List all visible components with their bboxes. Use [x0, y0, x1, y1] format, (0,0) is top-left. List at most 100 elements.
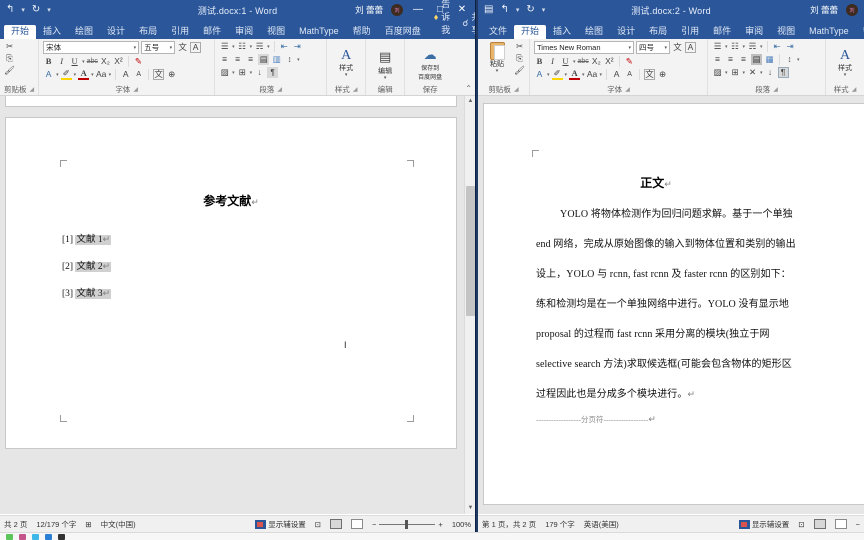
page-left[interactable]: 参考文献↵ [1] 文献 1↵ [2] 文献 2↵ [3] 文献 3↵ I [6, 118, 456, 448]
format-painter-icon[interactable]: 🖌 [4, 65, 15, 76]
line-spacing-icon[interactable]: ↕ [284, 54, 295, 65]
styles-button-right[interactable]: A 样式 ▾ [830, 47, 860, 78]
font-color-dropdown-icon[interactable]: ▾ [91, 72, 94, 78]
borders-dropdown-icon[interactable]: ▾ [743, 70, 746, 76]
shading-icon[interactable]: ▨ [712, 67, 723, 78]
bibliography-list[interactable]: [1] 文献 1↵ [2] 文献 2↵ [3] 文献 3↵ [6, 231, 456, 299]
text-effects-icon[interactable]: A [43, 69, 54, 80]
highlight-dropdown-icon[interactable]: ▾ [74, 72, 77, 78]
tab-help-left[interactable]: 帮助 [346, 25, 378, 39]
collapse-ribbon-icon[interactable]: ⌃ [465, 84, 472, 93]
enclose-character-icon[interactable]: ⊕ [657, 69, 668, 80]
user-name-right[interactable]: 刘 蕾蕾 [810, 4, 838, 16]
view-web-layout-icon-left[interactable] [351, 519, 364, 529]
grow-font-icon[interactable]: A [611, 69, 622, 80]
language-left[interactable]: 中文(中国) [101, 519, 136, 530]
change-case-dropdown-icon[interactable]: ▾ [109, 72, 112, 78]
proofing-icon[interactable]: ⊞ [85, 520, 91, 529]
ribbon-tabs-left[interactable]: 开始 插入 绘图 设计 布局 引用 邮件 审阅 视图 MathType 帮助 百… [0, 0, 475, 39]
justify-icon[interactable]: ▤ [751, 54, 762, 65]
dialog-launcher-icon[interactable]: ◢ [773, 86, 778, 93]
taskbar-icon-app-blue[interactable] [32, 533, 39, 540]
editing-button-left[interactable]: ▤ 编辑 ▾ [370, 44, 400, 81]
superscript-icon[interactable]: X² [604, 56, 615, 67]
word-window-right[interactable]: ▤ ↰ ▾ ↻ ▾ 测试.docx:2 - Word 刘 蕾蕾 刘 文件 开始 … [478, 0, 864, 532]
chevron-down-icon[interactable]: ▾ [628, 45, 631, 51]
zoom-slider-left[interactable]: − + [372, 519, 443, 529]
align-right-icon[interactable]: ≡ [738, 54, 749, 65]
styles-dropdown-icon[interactable]: ▾ [345, 73, 348, 78]
scroll-up-icon[interactable]: ▲ [465, 96, 475, 107]
highlight-icon[interactable]: ✐ [551, 68, 563, 80]
asian-layout-dropdown-icon[interactable]: ▾ [760, 70, 763, 76]
multilevel-list-icon[interactable]: ☴ [254, 41, 265, 52]
tell-me-box-left[interactable]: ♦ 告诉我 [428, 0, 457, 39]
editing-dropdown-icon[interactable]: ▾ [384, 76, 387, 81]
line-spacing-dropdown-icon[interactable]: ▾ [797, 57, 800, 63]
copy-icon[interactable]: ⎘ [514, 53, 525, 64]
font-color-icon[interactable]: A [569, 68, 581, 80]
subscript-icon[interactable]: X₂ [591, 56, 602, 67]
tab-layout-left[interactable]: 布局 [132, 25, 164, 39]
cut-icon[interactable]: ✂ [514, 41, 525, 52]
text-effects-icon[interactable]: A [534, 69, 545, 80]
numbering-dropdown-icon[interactable]: ▾ [743, 44, 746, 50]
font-name-combo-right[interactable]: Times New Roman ▾ [534, 41, 634, 54]
save-to-netdisk-button[interactable]: ☁ 保存到 百度网盘 [409, 42, 451, 83]
underline-dropdown-icon[interactable]: ▾ [573, 59, 576, 65]
taskbar-icon-app-green[interactable] [6, 533, 13, 540]
avatar[interactable]: 刘 [391, 4, 403, 16]
text-effects-dropdown-icon[interactable]: ▾ [56, 72, 59, 78]
tab-references-left[interactable]: 引用 [164, 25, 196, 39]
strikethrough-icon[interactable]: abc [87, 56, 98, 67]
font-size-combo-right[interactable]: 四号 ▾ [636, 41, 670, 54]
underline-icon[interactable]: U [69, 56, 80, 67]
ribbon-right[interactable]: 粘贴 ▾ ✂ ⎘ 🖌 剪贴板 ◢ Times New Roman ▾ 四号 ▾ … [478, 39, 864, 96]
vertical-scrollbar-left[interactable]: ▲ ▼ [464, 96, 475, 514]
dialog-launcher-icon[interactable]: ◢ [277, 86, 282, 93]
enclose-character-icon[interactable]: ⊕ [166, 69, 177, 80]
line-spacing-dropdown-icon[interactable]: ▾ [297, 57, 300, 63]
qat-more-icon[interactable]: ▾ [542, 6, 546, 14]
taskbar-icon-app-photos[interactable] [19, 533, 26, 540]
numbering-icon[interactable]: ☷ [237, 41, 248, 52]
tab-help-right[interactable]: 帮助 [856, 25, 864, 39]
underline-dropdown-icon[interactable]: ▾ [82, 59, 85, 65]
copy-icon[interactable]: ⎘ [4, 53, 15, 64]
list-item[interactable]: [1] 文献 1↵ [62, 231, 456, 245]
chevron-down-icon[interactable]: ▾ [664, 45, 667, 51]
multilevel-list-icon[interactable]: ☴ [747, 41, 758, 52]
decrease-indent-icon[interactable]: ⇤ [772, 41, 783, 52]
dialog-launcher-icon[interactable]: ◢ [353, 86, 358, 93]
character-border-icon[interactable]: A [685, 42, 696, 53]
phonetic-icon[interactable]: 文 [153, 69, 165, 80]
tab-design-left[interactable]: 设计 [100, 25, 132, 39]
font-color-icon[interactable]: A [78, 68, 90, 80]
shrink-font-icon[interactable]: A [133, 69, 144, 80]
taskbar-icon-app-explorer[interactable] [45, 533, 52, 540]
font-name-combo-left[interactable]: 宋体 ▾ [43, 41, 140, 54]
chevron-down-icon[interactable]: ▾ [170, 45, 173, 51]
align-center-icon[interactable]: ≡ [232, 54, 243, 65]
styles-button-left[interactable]: A 样式 ▾ [331, 47, 361, 78]
dialog-launcher-icon[interactable]: ◢ [30, 86, 35, 93]
tab-view-right[interactable]: 视图 [770, 25, 802, 39]
increase-indent-icon[interactable]: ⇥ [785, 41, 796, 52]
decrease-indent-icon[interactable]: ⇤ [279, 41, 290, 52]
word-count-right[interactable]: 179 个字 [545, 519, 575, 530]
chevron-down-icon[interactable]: ▾ [134, 45, 137, 51]
shading-icon[interactable]: ▨ [219, 67, 230, 78]
tab-review-left[interactable]: 审阅 [228, 25, 260, 39]
undo-dropdown-icon[interactable]: ▾ [516, 6, 520, 14]
page-right[interactable]: 正文↵ YOLO 将物体检测作为回归问题求解。基于一个单独 end 网络，完成从… [484, 104, 864, 504]
change-case-dropdown-icon[interactable]: ▾ [600, 72, 603, 78]
shrink-font-icon[interactable]: A [624, 69, 635, 80]
cut-icon[interactable]: ✂ [4, 41, 15, 52]
multilevel-dropdown-icon[interactable]: ▾ [760, 44, 763, 50]
accessibility-icon-right[interactable]: ⊡ [798, 520, 804, 529]
dialog-launcher-icon[interactable]: ◢ [133, 86, 138, 93]
change-case-icon[interactable]: Aa [587, 69, 598, 80]
line-spacing-icon[interactable]: ↕ [784, 54, 795, 65]
zoom-level-left[interactable]: 100% [452, 520, 471, 529]
tab-design-right[interactable]: 设计 [610, 25, 642, 39]
